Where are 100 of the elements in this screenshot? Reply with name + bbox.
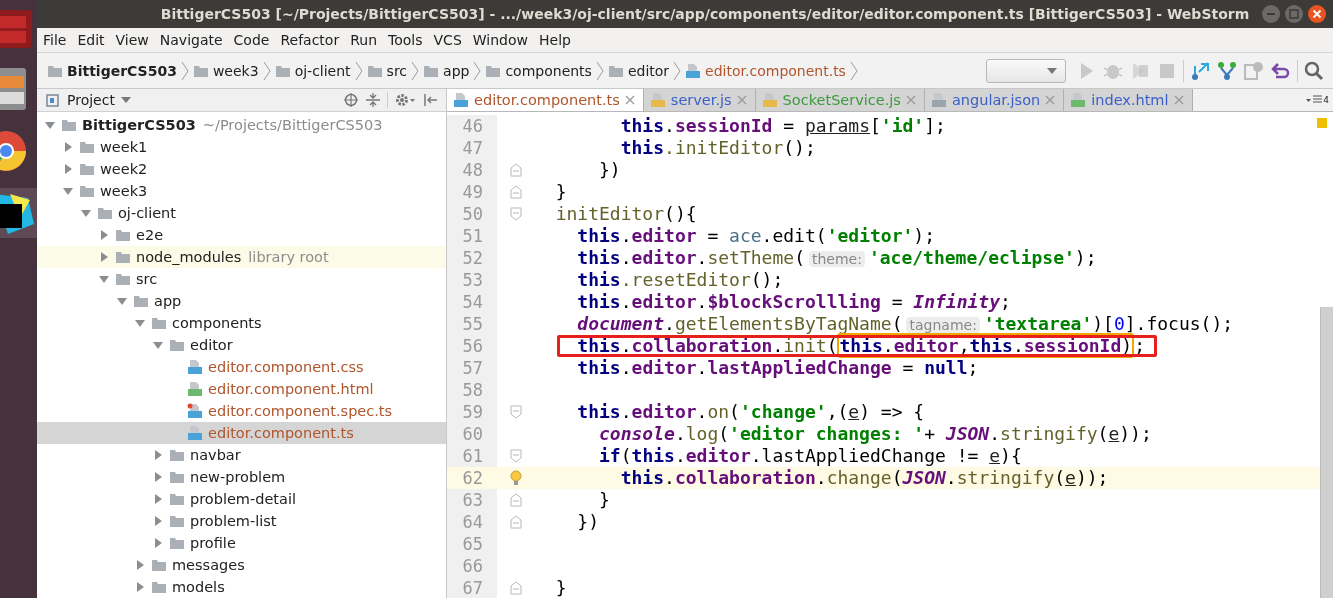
fold-marker-icon[interactable]	[509, 185, 522, 199]
editor-tab[interactable]: editor.component.ts	[447, 89, 644, 111]
run-config-dropdown[interactable]	[986, 58, 1066, 83]
caret-icon[interactable]	[120, 97, 131, 103]
code-line: }	[555, 181, 567, 203]
line-number: 51	[447, 225, 497, 247]
scrollbar[interactable]	[1320, 307, 1333, 598]
code-line: this.editor.on('change',(e) => {	[577, 401, 925, 423]
collapsed-arrow-icon[interactable]	[152, 515, 164, 527]
tree-item[interactable]: week3	[100, 183, 148, 199]
breadcrumb-item[interactable]: app	[443, 62, 470, 79]
tree-item[interactable]: models	[172, 579, 225, 595]
tree-item[interactable]: week1	[100, 139, 148, 155]
vcs-commit-icon[interactable]	[1216, 59, 1238, 82]
tab-list-button[interactable]: 4	[1306, 89, 1333, 111]
collapsed-arrow-icon[interactable]	[152, 449, 164, 461]
line-number: 67	[447, 577, 497, 598]
editor-tab[interactable]: index.html	[1064, 89, 1193, 111]
breadcrumb-item[interactable]: week3	[212, 62, 259, 79]
folder-icon	[151, 580, 167, 594]
fold-marker-icon[interactable]	[509, 449, 522, 463]
tree-item[interactable]: new-problem	[190, 469, 286, 485]
editor-tab[interactable]: server.js	[643, 89, 756, 111]
tree-item[interactable]: src	[136, 271, 158, 287]
fold-marker-icon[interactable]	[509, 515, 522, 529]
breadcrumb-item[interactable]: BittigerCS503	[67, 62, 177, 79]
menu-item[interactable]: Refactor	[280, 32, 347, 48]
settings-icon[interactable]	[394, 92, 416, 108]
menu-item[interactable]: Run	[350, 32, 385, 48]
tree-item[interactable]: oj-client	[118, 205, 176, 221]
search-icon[interactable]	[1303, 59, 1325, 82]
tree-item[interactable]: components	[172, 315, 262, 331]
chevron-icon	[180, 60, 189, 81]
tree-item[interactable]: e2e	[136, 227, 164, 243]
line-number: 52	[447, 247, 497, 269]
menu-item[interactable]: Code	[233, 32, 277, 48]
editor-tab[interactable]: angular.json	[924, 89, 1065, 111]
collapsed-arrow-icon[interactable]	[134, 559, 146, 571]
breadcrumb-item[interactable]: components	[505, 62, 592, 79]
folder-icon	[47, 63, 63, 78]
project-icon	[45, 92, 61, 108]
fold-marker-icon[interactable]	[509, 207, 522, 221]
collapsed-arrow-icon[interactable]	[62, 141, 74, 153]
folder-icon	[79, 140, 95, 154]
menu-item[interactable]: File	[43, 32, 74, 48]
menu-item[interactable]: Window	[472, 32, 535, 48]
tree-item[interactable]: messages	[172, 557, 245, 573]
menu-item[interactable]: VCS	[433, 32, 469, 48]
tree-item[interactable]: editor.component.html	[208, 381, 374, 397]
code-line: if(this.editor.lastAppliedChange != e){	[599, 445, 1022, 467]
tree-item[interactable]: editor	[190, 337, 233, 353]
tree-item[interactable]: app	[154, 293, 182, 309]
expanded-arrow-icon[interactable]	[134, 317, 146, 329]
tree-item[interactable]: week2	[100, 161, 148, 177]
expanded-arrow-icon[interactable]	[44, 119, 56, 131]
close-icon[interactable]	[1307, 4, 1327, 24]
menu-item[interactable]: View	[115, 32, 156, 48]
vcs-update-icon[interactable]	[1189, 59, 1211, 82]
tree-item[interactable]: profile	[190, 535, 236, 551]
breadcrumb-item[interactable]: src	[386, 62, 408, 79]
tree-item[interactable]: node_modules	[136, 249, 242, 265]
line-number: 61	[447, 445, 497, 467]
tree-item[interactable]: problem-detail	[190, 491, 296, 507]
fold-marker-icon[interactable]	[509, 493, 522, 507]
menu-item[interactable]: Navigate	[159, 32, 230, 48]
fold-marker-icon[interactable]	[509, 163, 522, 177]
collapsed-arrow-icon[interactable]	[134, 581, 146, 593]
minimize-icon[interactable]	[1261, 4, 1281, 24]
panel-title[interactable]: Project	[67, 92, 115, 108]
collapsed-arrow-icon[interactable]	[98, 229, 110, 241]
tree-item[interactable]: editor.component.spec.ts	[208, 403, 393, 419]
expanded-arrow-icon[interactable]	[116, 295, 128, 307]
breadcrumb-item[interactable]: oj-client	[294, 62, 351, 79]
collapsed-arrow-icon[interactable]	[152, 537, 164, 549]
expanded-arrow-icon[interactable]	[152, 339, 164, 351]
lightbulb-icon[interactable]	[509, 470, 522, 486]
menu-item[interactable]: Edit	[77, 32, 112, 48]
tree-item[interactable]: navbar	[190, 447, 241, 463]
menu-item[interactable]: Tools	[388, 32, 430, 48]
fold-marker-icon[interactable]	[509, 581, 522, 595]
code-line: }	[555, 577, 567, 598]
menu-item[interactable]: Help	[539, 32, 578, 48]
warning-marker[interactable]	[1317, 118, 1327, 128]
collapse-all-icon[interactable]	[365, 92, 381, 108]
collapsed-arrow-icon[interactable]	[152, 471, 164, 483]
collapsed-arrow-icon[interactable]	[152, 493, 164, 505]
tree-item[interactable]: problem-list	[190, 513, 277, 529]
tree-item[interactable]: BittigerCS503	[82, 117, 196, 133]
chevron-icon	[473, 60, 482, 81]
hide-panel-icon[interactable]	[422, 92, 438, 108]
target-icon[interactable]	[343, 92, 359, 108]
expanded-arrow-icon[interactable]	[98, 273, 110, 285]
collapsed-arrow-icon[interactable]	[98, 251, 110, 263]
expanded-arrow-icon[interactable]	[80, 207, 92, 219]
collapsed-arrow-icon[interactable]	[62, 163, 74, 175]
expanded-arrow-icon[interactable]	[62, 185, 74, 197]
breadcrumb-item[interactable]: editor.component.ts	[705, 62, 846, 79]
tree-item[interactable]: editor.component.css	[208, 359, 364, 375]
breadcrumb-item[interactable]: editor	[627, 62, 670, 79]
fold-marker-icon[interactable]	[509, 405, 522, 419]
